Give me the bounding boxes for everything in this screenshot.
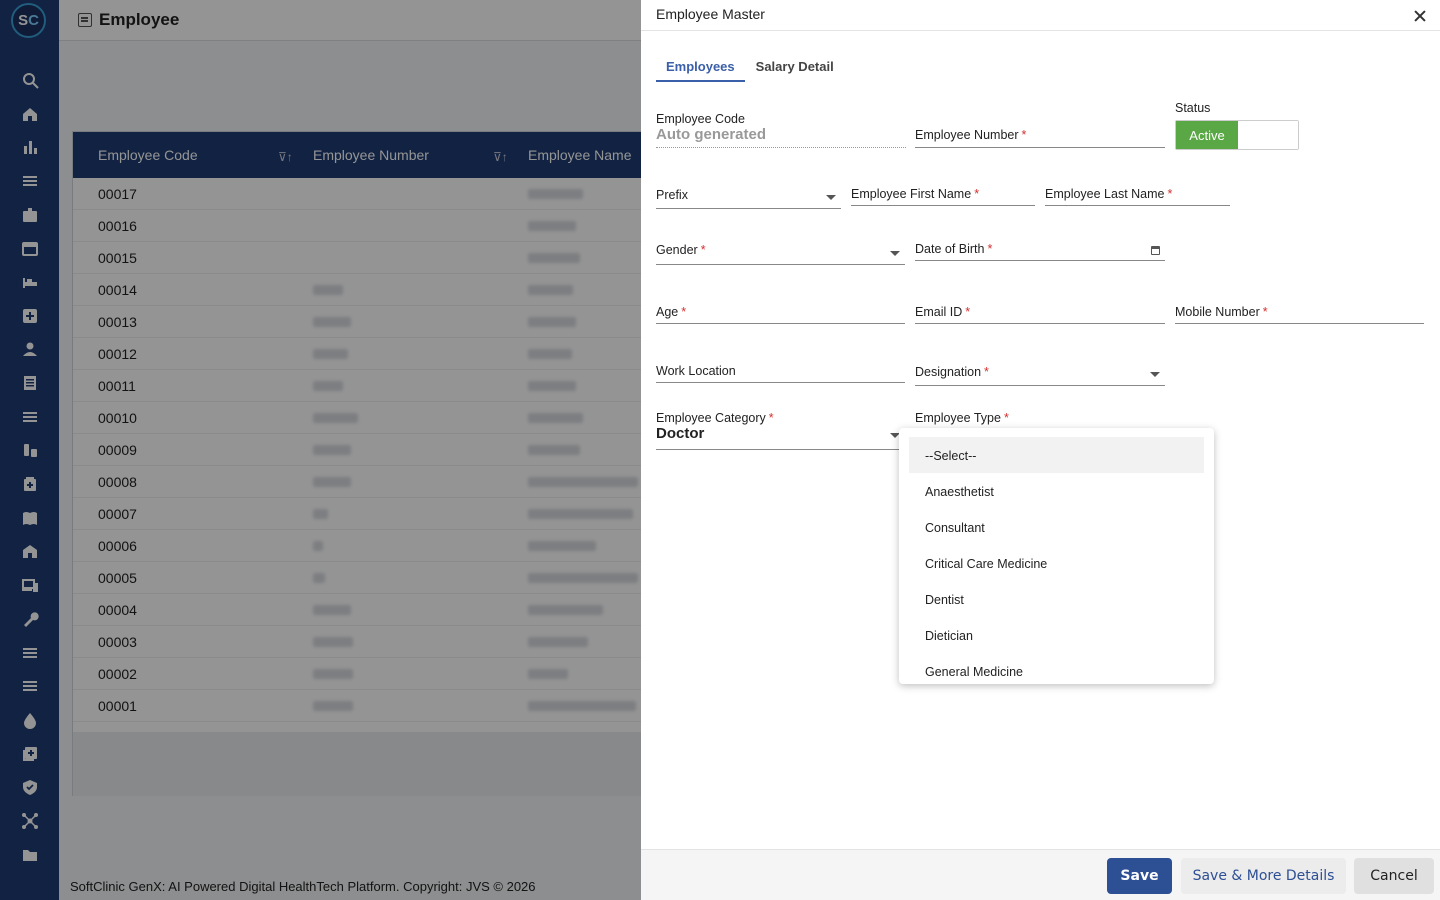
required-mark: * [984,365,989,379]
calendar-icon[interactable] [1151,246,1160,255]
save-button[interactable]: Save [1107,858,1172,894]
dropdown-option[interactable]: Consultant [909,509,1204,545]
required-mark: * [700,243,706,257]
cancel-button[interactable]: Cancel [1354,858,1434,894]
employee-type-select[interactable]: Employee Type * [915,411,1165,427]
save-more-details-button[interactable]: Save & More Details [1181,858,1346,894]
age-label: Age [656,305,679,319]
employee-code-field: Employee Code Auto generated [656,112,906,149]
field-underline [915,147,1165,148]
field-underline [656,382,905,383]
employee-category-label: Employee Category [656,411,766,425]
dropdown-option[interactable]: Critical Care Medicine [909,545,1204,581]
required-mark: * [1021,128,1027,142]
email-input[interactable]: Email ID * [915,305,1165,325]
field-underline [1175,323,1424,324]
prefix-label: Prefix [656,188,688,202]
age-input[interactable]: Age * [656,305,905,325]
required-mark: * [1262,305,1268,319]
field-underline [1045,205,1230,206]
field-underline [915,260,1165,261]
employee-code-value: Auto generated [656,126,767,143]
employee-code-label: Employee Code [656,112,745,126]
required-mark: * [974,187,980,201]
prefix-select[interactable]: Prefix [656,188,841,210]
modal-header: Employee Master [641,0,1440,31]
employee-category-value: Doctor [656,425,705,442]
dropdown-option[interactable]: --Select-- [909,437,1204,473]
dropdown-option[interactable]: General Medicine [909,653,1204,684]
mobile-number-input[interactable]: Mobile Number * [1175,305,1424,325]
last-name-label: Employee Last Name [1045,187,1165,201]
required-mark: * [1003,411,1009,425]
gender-label: Gender [656,243,698,257]
field-underline [656,147,906,148]
field-underline [656,323,905,324]
dropdown-option[interactable]: Anaesthetist [909,473,1204,509]
status-label: Status [1175,101,1211,115]
status-active-option[interactable]: Active [1176,121,1238,149]
field-underline [656,208,841,209]
field-underline [915,323,1165,324]
chevron-down-icon [826,195,836,200]
dropdown-option[interactable]: Dentist [909,581,1204,617]
tab-salary-detail[interactable]: Salary Detail [746,52,844,82]
required-mark: * [768,411,774,425]
modal-footer: Save Save & More Details Cancel [641,849,1440,900]
date-of-birth-label: Date of Birth [915,242,985,256]
employee-type-dropdown: --Select-- Anaesthetist Consultant Critical… [899,428,1214,684]
required-mark: * [987,242,993,256]
work-location-label: Work Location [656,364,736,378]
tab-employees[interactable]: Employees [656,52,745,82]
employee-type-label: Employee Type [915,411,1001,425]
field-underline [915,385,1165,386]
gender-select[interactable]: Gender * [656,243,905,266]
required-mark: * [1167,187,1173,201]
modal-tabs: Employees Salary Detail [656,52,845,82]
status-inactive-option[interactable] [1238,121,1298,149]
first-name-input[interactable]: Employee First Name * [851,187,1035,207]
employee-category-select[interactable]: Employee Category * Doctor [656,411,905,451]
modal-title: Employee Master [656,6,765,22]
dropdown-option[interactable]: Dietician [909,617,1204,653]
employee-number-input[interactable]: Employee Number * [915,128,1165,149]
chevron-down-icon [1150,372,1160,377]
required-mark: * [681,305,687,319]
chevron-down-icon [890,251,900,256]
work-location-input[interactable]: Work Location [656,364,905,384]
status-toggle[interactable]: Active [1175,120,1299,150]
mobile-number-label: Mobile Number [1175,305,1260,319]
field-underline [656,264,905,265]
designation-select[interactable]: Designation * [915,365,1165,387]
last-name-input[interactable]: Employee Last Name * [1045,187,1230,207]
employee-number-label: Employee Number [915,128,1019,142]
close-icon[interactable] [1414,10,1426,22]
required-mark: * [965,305,971,319]
first-name-label: Employee First Name [851,187,972,201]
field-underline [851,205,1035,206]
email-label: Email ID [915,305,963,319]
field-underline [656,449,905,450]
designation-label: Designation [915,365,982,379]
date-of-birth-input[interactable]: Date of Birth * [915,242,1165,262]
